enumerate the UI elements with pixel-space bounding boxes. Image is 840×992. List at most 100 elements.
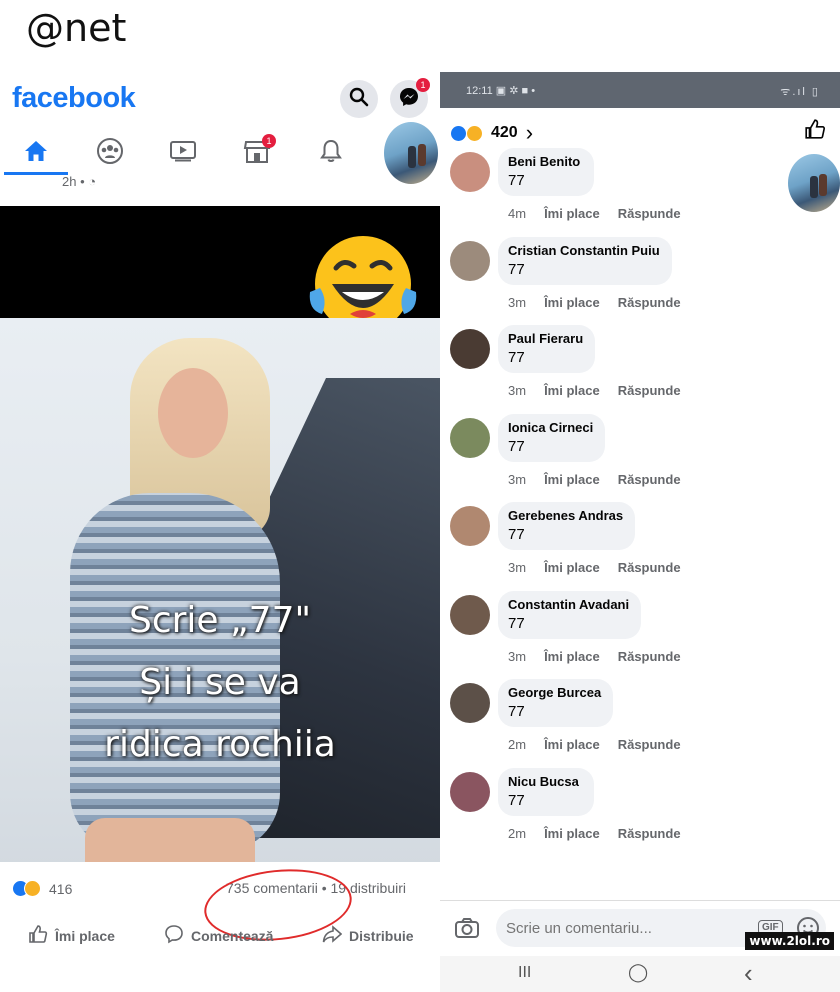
commenter-name[interactable]: Paul Fieraru: [508, 331, 583, 346]
comment-time: 2m: [508, 825, 527, 841]
comment-like-button[interactable]: Îmi place: [544, 295, 600, 310]
thumbs-up-icon: [804, 119, 826, 144]
tab-watch[interactable]: [166, 138, 200, 168]
comment-item: Nicu Bucsa 77 2m Îmi place Răspunde: [450, 767, 830, 856]
commenter-avatar[interactable]: [450, 329, 490, 369]
comment-bubble[interactable]: Ionica Cirneci 77: [498, 413, 606, 462]
facebook-logo[interactable]: facebook: [12, 82, 136, 115]
commenter-avatar[interactable]: [450, 417, 490, 458]
comment-bubble[interactable]: Nicu Bucsa 77: [498, 767, 594, 816]
home-button[interactable]: ◯: [628, 962, 648, 983]
comment-button[interactable]: Comentează: [164, 924, 273, 947]
commenter-avatar[interactable]: [450, 683, 490, 723]
thumbs-up-icon: [28, 924, 48, 947]
comment-bubble[interactable]: Gerebenes Andras 77: [498, 502, 636, 550]
comment-like-button[interactable]: Îmi place: [544, 737, 600, 752]
tab-marketplace[interactable]: 1: [240, 134, 276, 168]
comment-time: 3m: [508, 471, 527, 487]
commenter-avatar[interactable]: [450, 594, 490, 635]
tab-home[interactable]: [19, 138, 53, 168]
comment-item: Constantin Avadani 77 3m Îmi place Răspunde: [450, 590, 830, 679]
comment-like-button[interactable]: Îmi place: [544, 560, 600, 575]
search-button[interactable]: [340, 80, 378, 118]
comment-like-button[interactable]: Îmi place: [544, 383, 600, 398]
comment-text: 77: [508, 260, 525, 278]
comment-bubble[interactable]: Cristian Constantin Puiu 77: [498, 236, 672, 285]
tab-groups[interactable]: [93, 137, 127, 170]
recent-apps-button[interactable]: III: [518, 964, 531, 982]
comment-like-button[interactable]: Îmi place: [544, 206, 600, 221]
caption-text: @net: [26, 6, 127, 50]
comment-time: 3m: [508, 294, 527, 310]
image-caption-line2: Și i se va: [139, 662, 301, 703]
commenter-name[interactable]: Ionica Cirneci: [508, 420, 593, 435]
reaction-count: 416: [49, 880, 73, 897]
share-arrow-icon: [322, 924, 343, 947]
back-button[interactable]: ‹: [744, 958, 753, 989]
comment-time: 2m: [508, 737, 527, 752]
reactions-summary[interactable]: 416: [12, 880, 72, 897]
bell-icon: [319, 138, 343, 169]
messenger-button[interactable]: 1: [390, 78, 430, 118]
comment-bubble[interactable]: Constantin Avadani 77: [498, 590, 642, 639]
comment-bubble[interactable]: Paul Fieraru 77: [498, 325, 596, 373]
comment-text: 77: [508, 791, 525, 809]
commenter-name[interactable]: Nicu Bucsa: [508, 774, 582, 789]
share-button[interactable]: Distribuie: [322, 924, 414, 947]
haha-reaction-icon: [24, 880, 41, 897]
floating-profile-avatar[interactable]: [786, 152, 840, 214]
comment-item: Cristian Constantin Puiu 77 3m Îmi place Răs…: [450, 236, 830, 325]
comment-reply-button[interactable]: Răspunde: [618, 383, 681, 398]
commenter-name[interactable]: Cristian Constantin Puiu: [508, 243, 660, 258]
commenter-name[interactable]: Constantin Avadani: [508, 597, 629, 612]
comment-time: 4m: [508, 206, 527, 221]
like-post-button[interactable]: [804, 118, 826, 145]
commenter-name[interactable]: George Burcea: [508, 685, 601, 700]
reaction-total: 420: [491, 124, 518, 141]
comment-reply-button[interactable]: Răspunde: [618, 472, 681, 487]
groups-icon: [95, 137, 125, 170]
camera-icon[interactable]: [454, 917, 480, 944]
commenter-avatar[interactable]: [450, 240, 490, 281]
comment-like-button[interactable]: Îmi place: [544, 649, 600, 664]
post-image[interactable]: Scrie „77" Și i se va ridica rochiia: [0, 206, 440, 936]
commenter-avatar[interactable]: [450, 771, 490, 812]
comment-bubble[interactable]: George Burcea 77: [498, 679, 614, 727]
comment-actions: 3m Îmi place Răspunde: [508, 472, 699, 487]
commenter-name[interactable]: Beni Benito: [508, 154, 582, 169]
comment-like-button[interactable]: Îmi place: [544, 826, 600, 841]
status-bar: 12:11 ▣ ✲ ■ • ᯤ.ıl ▯: [440, 72, 840, 108]
image-caption-line1: Scrie „77": [128, 600, 312, 641]
tab-notifications[interactable]: [314, 138, 348, 168]
globe-icon: ◔: [88, 174, 97, 189]
comment-reply-button[interactable]: Răspunde: [618, 737, 681, 752]
commenter-avatar[interactable]: [450, 506, 490, 546]
post-footer: 416 735 comentarii • 19 distribuiri Îmi …: [0, 862, 440, 956]
comment-reply-button[interactable]: Răspunde: [618, 295, 681, 310]
reactions-header[interactable]: 420 ›: [450, 120, 533, 146]
comment-reply-button[interactable]: Răspunde: [618, 560, 681, 575]
like-button[interactable]: Îmi place: [28, 924, 115, 947]
comment-actions: 2m Îmi place Răspunde: [508, 826, 699, 841]
comment-item: Paul Fieraru 77 3m Îmi place Răspunde: [450, 325, 830, 413]
messenger-badge: 1: [416, 78, 430, 92]
comment-item: Gerebenes Andras 77 3m Îmi place Răspunde: [450, 502, 830, 590]
comment-like-button[interactable]: Îmi place: [544, 472, 600, 487]
status-time: 12:11 ▣ ✲ ■ •: [466, 85, 536, 97]
android-nav-bar: III ◯ ‹: [440, 956, 840, 992]
comment-reply-button[interactable]: Răspunde: [618, 206, 681, 221]
share-label: Distribuie: [349, 927, 414, 944]
comment-bubble[interactable]: Beni Benito 77: [498, 148, 594, 196]
post-timestamp: 2h • ◔: [62, 174, 97, 189]
comment-reply-button[interactable]: Răspunde: [618, 826, 681, 841]
nav-tabs: 1: [0, 132, 440, 176]
profile-avatar[interactable]: [382, 120, 440, 186]
comment-time: 3m: [508, 560, 527, 575]
search-icon: [349, 87, 369, 112]
comment-text: 77: [508, 349, 525, 366]
commenter-avatar[interactable]: [450, 152, 490, 192]
comment-label: Comentează: [191, 927, 274, 944]
comment-reply-button[interactable]: Răspunde: [618, 649, 681, 664]
commenter-name[interactable]: Gerebenes Andras: [508, 508, 623, 523]
like-reaction-icon: [450, 124, 467, 142]
